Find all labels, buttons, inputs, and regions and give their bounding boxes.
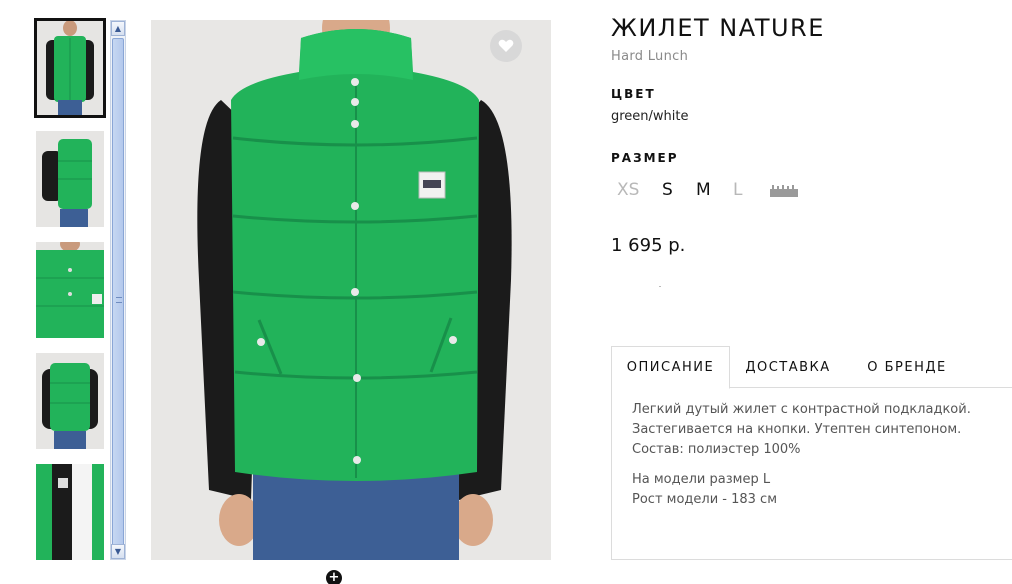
scrollbar-thumb[interactable] [112, 38, 124, 546]
thumbnail-scrollbar[interactable]: ▲ ▼ [110, 20, 126, 560]
tab-content-description: Легкий дутый жилет с контрастной подклад… [611, 388, 1012, 560]
color-label: ЦВЕТ [611, 87, 656, 101]
size-option-s[interactable]: S [662, 180, 673, 200]
product-brand[interactable]: Hard Lunch [611, 49, 688, 64]
color-value: green/white [611, 109, 689, 124]
description-line: Застегивается на кнопки. Утептен синтепо… [632, 422, 962, 437]
description-line: Легкий дутый жилет с контрастной подклад… [632, 402, 971, 417]
size-option-m[interactable]: M [696, 180, 711, 200]
thumbnail-3[interactable] [36, 242, 104, 338]
zoom-plus-icon[interactable]: + [326, 570, 342, 584]
info-tabs: ОПИСАНИЕ ДОСТАВКА О БРЕНДЕ Легкий дутый … [611, 346, 1012, 560]
thumbnail-5[interactable] [36, 464, 104, 560]
description-line: Состав: полиэстер 100% [632, 442, 801, 457]
divider-dot [659, 286, 661, 287]
favorite-button[interactable] [490, 30, 522, 62]
size-label: РАЗМЕР [611, 151, 679, 165]
thumbnail-4[interactable] [36, 353, 104, 449]
product-price: 1 695 р. [611, 235, 686, 256]
scroll-up-button[interactable]: ▲ [111, 21, 125, 36]
thumbnail-1[interactable] [34, 18, 106, 118]
tab-description[interactable]: ОПИСАНИЕ [611, 346, 730, 389]
product-title: ЖИЛЕТ NATURE [611, 14, 825, 42]
model-height-line: Рост модели - 183 см [632, 492, 778, 507]
tab-delivery[interactable]: ДОСТАВКА [730, 346, 846, 389]
tab-brand[interactable]: О БРЕНДЕ [846, 346, 968, 389]
heart-icon [498, 39, 514, 52]
scroll-down-button[interactable]: ▼ [111, 544, 125, 559]
model-size-line: На модели размер L [632, 472, 771, 487]
main-product-image[interactable] [151, 20, 551, 560]
ruler-icon[interactable] [770, 185, 798, 197]
size-option-xs: XS [617, 180, 640, 200]
size-option-l: L [733, 180, 743, 200]
scrollbar-grip-icon [116, 297, 122, 303]
thumbnail-2[interactable] [36, 131, 104, 227]
